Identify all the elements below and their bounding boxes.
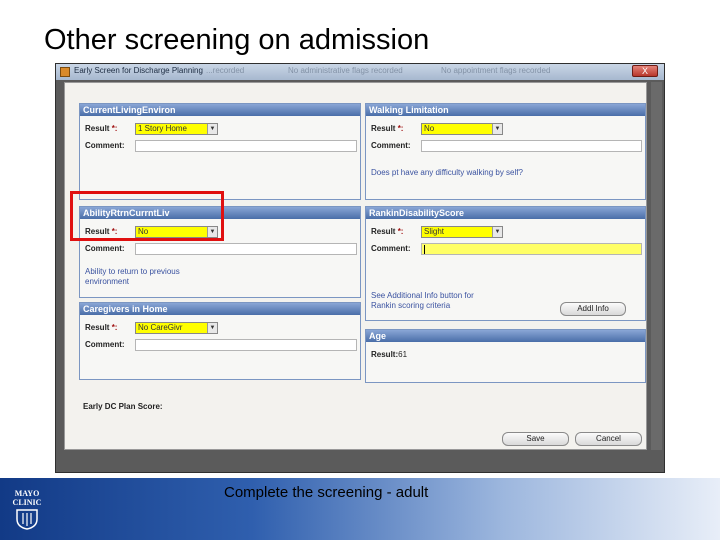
highlight-box xyxy=(70,191,224,241)
slide-title: Other screening on admission xyxy=(44,24,430,56)
rankin-note-line2: Rankin scoring criteria xyxy=(371,301,451,310)
caregivers-comment-input[interactable] xyxy=(135,339,357,351)
age-value: 61 xyxy=(398,350,408,359)
mayo-clinic-logo: MAYO CLINIC xyxy=(8,490,46,530)
comment-label: Comment: xyxy=(85,340,125,349)
group-caregivers: Caregivers in Home Result *: No CareGivr… xyxy=(79,302,361,380)
chevron-down-icon[interactable]: ▼ xyxy=(492,227,502,237)
group-header: Walking Limitation xyxy=(366,104,645,116)
group-current-living: CurrentLivingEnviron Result *: 1 Story H… xyxy=(79,103,361,200)
result-label: Result *: xyxy=(85,323,118,332)
group-rankin-score: RankinDisabilityScore Result *: Slight ▼… xyxy=(365,206,646,321)
walking-note: Does pt have any difficulty walking by s… xyxy=(371,168,523,177)
walking-comment-input[interactable] xyxy=(421,140,642,152)
age-result-label: Result:61 xyxy=(371,350,408,359)
result-label: Result *: xyxy=(371,124,404,133)
app-icon xyxy=(60,67,70,77)
chevron-down-icon[interactable]: ▼ xyxy=(207,124,217,134)
footer-caption: Complete the screening - adult xyxy=(224,484,429,501)
logo-text-bottom: CLINIC xyxy=(12,498,42,507)
close-button[interactable]: X xyxy=(632,65,658,77)
walking-result-select[interactable]: No ▼ xyxy=(421,123,503,135)
result-label: Result *: xyxy=(85,124,118,133)
group-header: RankinDisabilityScore xyxy=(366,207,645,219)
comment-label: Comment: xyxy=(85,141,125,150)
comment-label: Comment: xyxy=(371,141,411,150)
comment-label: Comment: xyxy=(85,244,125,253)
group-walking-limitation: Walking Limitation Result *: No ▼ Commen… xyxy=(365,103,646,200)
group-age: Age Result:61 xyxy=(365,329,646,383)
logo-text-top: MAYO xyxy=(14,489,40,498)
save-button[interactable]: Save xyxy=(502,432,569,446)
current-living-comment-input[interactable] xyxy=(135,140,357,152)
dialog-content: CurrentLivingEnviron Result *: 1 Story H… xyxy=(64,82,647,450)
text-cursor xyxy=(424,245,425,254)
rankin-comment-input[interactable] xyxy=(421,243,642,255)
shield-icon xyxy=(16,509,38,530)
caregivers-result-select[interactable]: No CareGivr ▼ xyxy=(135,322,218,334)
early-dc-plan-score-label: Early DC Plan Score: xyxy=(83,402,163,411)
chevron-down-icon[interactable]: ▼ xyxy=(207,323,217,333)
background-window-title: No appointment flags recorded xyxy=(441,66,551,75)
dialog-window: Early Screen for Discharge Planning ...r… xyxy=(55,63,665,473)
ability-note-line1: Ability to return to previous xyxy=(85,267,180,276)
rankin-note-line1: See Additional Info button for xyxy=(371,291,474,300)
ability-comment-input[interactable] xyxy=(135,243,357,255)
ability-note-line2: environment xyxy=(85,277,130,286)
comment-label: Comment: xyxy=(371,244,411,253)
background-window-title: No administrative flags recorded xyxy=(288,66,403,75)
rankin-result-select[interactable]: Slight ▼ xyxy=(421,226,503,238)
current-living-result-select[interactable]: 1 Story Home ▼ xyxy=(135,123,218,135)
cancel-button[interactable]: Cancel xyxy=(575,432,642,446)
chevron-down-icon[interactable]: ▼ xyxy=(492,124,502,134)
background-window-title: ...recorded xyxy=(206,66,245,75)
window-title: Early Screen for Discharge Planning xyxy=(74,66,203,75)
group-header: Age xyxy=(366,330,645,342)
window-scrollbar[interactable] xyxy=(651,82,662,450)
group-header: Caregivers in Home xyxy=(80,303,360,315)
window-titlebar: Early Screen for Discharge Planning ...r… xyxy=(56,64,664,80)
result-label: Result *: xyxy=(371,227,404,236)
group-header: CurrentLivingEnviron xyxy=(80,104,360,116)
addl-info-button[interactable]: Addl Info xyxy=(560,302,626,316)
